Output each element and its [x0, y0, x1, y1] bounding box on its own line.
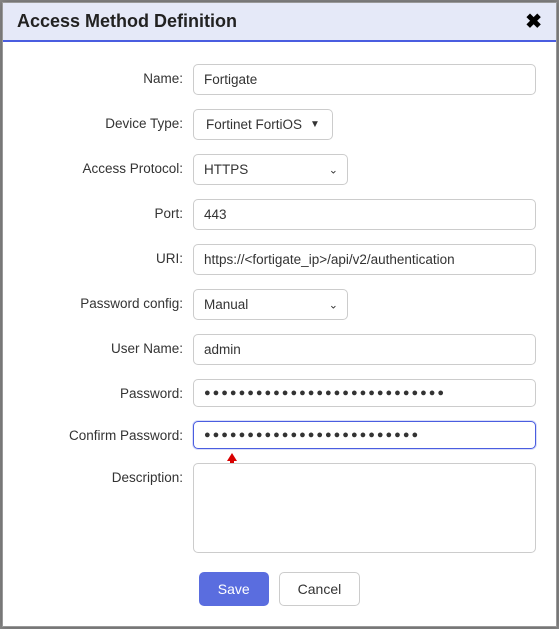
save-button[interactable]: Save	[199, 572, 269, 606]
label-port: Port:	[23, 199, 193, 221]
form-body: Name: Device Type: Fortinet FortiOS ▼ Ac…	[3, 42, 556, 558]
close-icon[interactable]: ✖	[525, 12, 542, 32]
description-textarea[interactable]	[193, 463, 536, 553]
access-method-dialog: Access Method Definition ✖ Name: Device …	[2, 2, 557, 627]
row-confirm-password: Confirm Password: REST API ACCESS TOKEN	[23, 421, 536, 449]
device-type-dropdown[interactable]: Fortinet FortiOS ▼	[193, 109, 333, 140]
row-user-name: User Name:	[23, 334, 536, 365]
password-input[interactable]	[193, 379, 536, 407]
label-password-config: Password config:	[23, 289, 193, 311]
row-description: Description:	[23, 463, 536, 558]
confirm-password-input[interactable]	[193, 421, 536, 449]
label-access-protocol: Access Protocol:	[23, 154, 193, 176]
user-name-input[interactable]	[193, 334, 536, 365]
label-password: Password:	[23, 379, 193, 401]
row-device-type: Device Type: Fortinet FortiOS ▼	[23, 109, 536, 140]
label-uri: URI:	[23, 244, 193, 266]
row-password-config: Password config: Manual ⌄	[23, 289, 536, 320]
name-input[interactable]	[193, 64, 536, 95]
row-password: Password:	[23, 379, 536, 407]
device-type-value: Fortinet FortiOS	[206, 117, 302, 132]
label-confirm-password: Confirm Password:	[23, 421, 193, 443]
row-name: Name:	[23, 64, 536, 95]
dialog-footer: Save Cancel	[3, 558, 556, 626]
label-name: Name:	[23, 64, 193, 86]
row-port: Port:	[23, 199, 536, 230]
label-device-type: Device Type:	[23, 109, 193, 131]
row-access-protocol: Access Protocol: HTTPS ⌄	[23, 154, 536, 185]
caret-down-icon: ▼	[310, 119, 320, 130]
access-protocol-select[interactable]: HTTPS	[193, 154, 348, 185]
cancel-button[interactable]: Cancel	[279, 572, 361, 606]
label-description: Description:	[23, 463, 193, 485]
password-config-select[interactable]: Manual	[193, 289, 348, 320]
dialog-header: Access Method Definition ✖	[3, 3, 556, 42]
row-uri: URI:	[23, 244, 536, 275]
port-input[interactable]	[193, 199, 536, 230]
label-user-name: User Name:	[23, 334, 193, 356]
dialog-title: Access Method Definition	[17, 11, 237, 32]
uri-input[interactable]	[193, 244, 536, 275]
